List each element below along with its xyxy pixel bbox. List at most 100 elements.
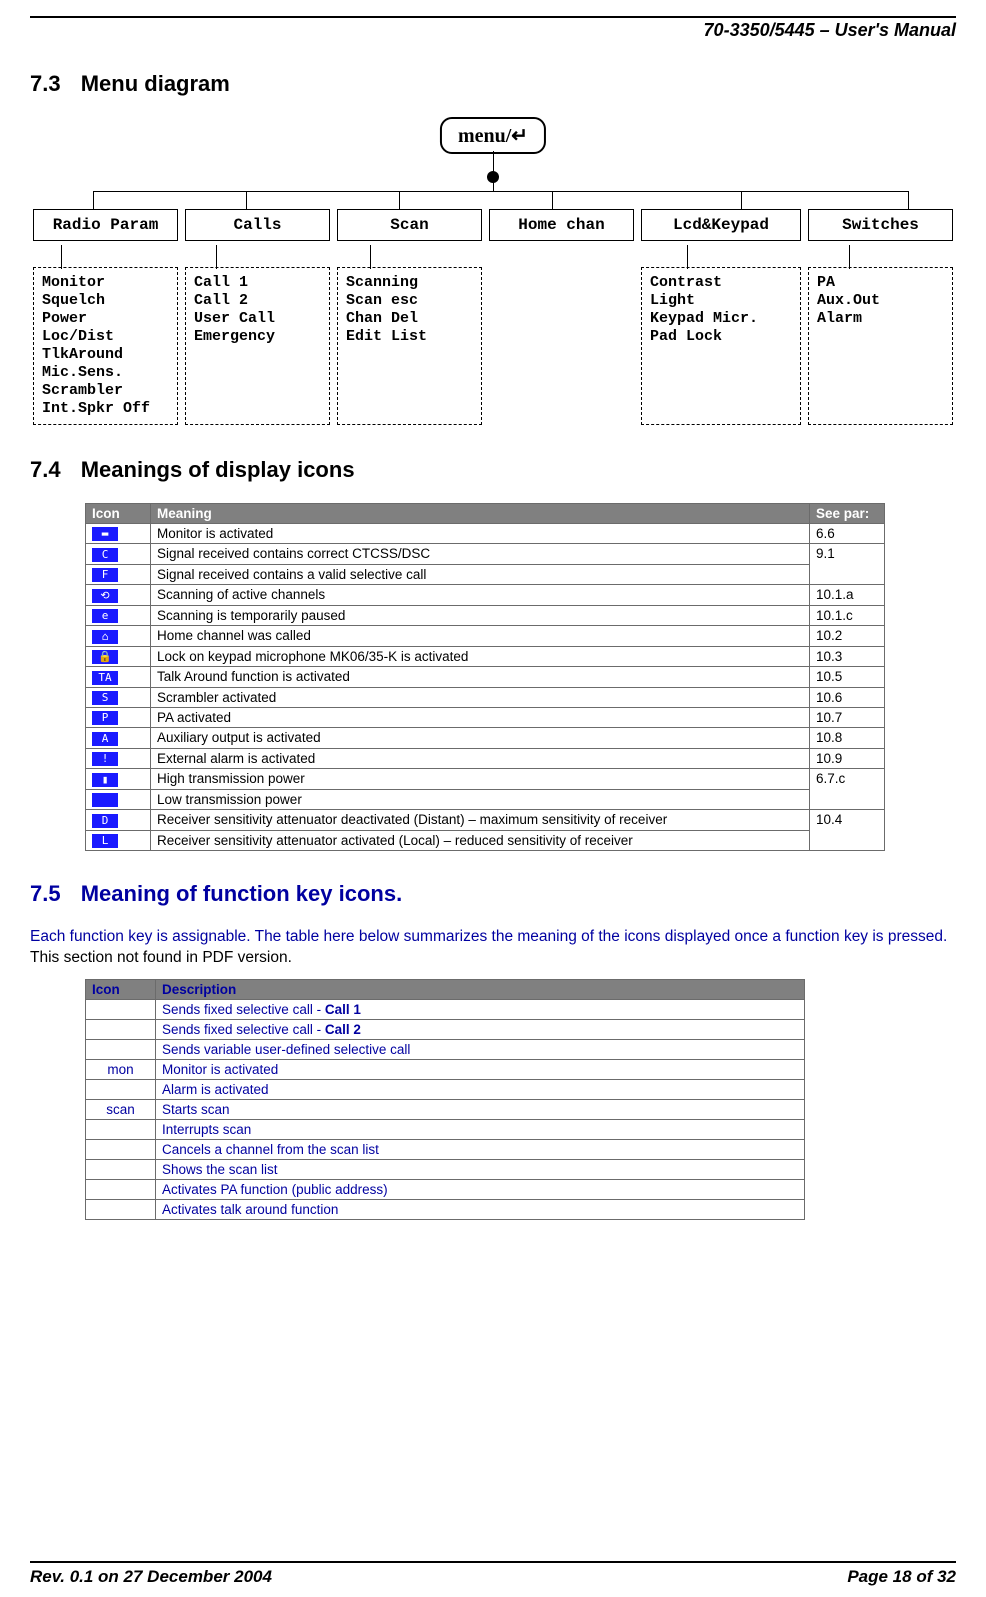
icon-cell: ▮ xyxy=(86,769,151,789)
section-7-3-heading: 7.3 Menu diagram xyxy=(30,71,956,97)
icon-cell: TA xyxy=(86,667,151,687)
section-7-5-heading: 7.5 Meaning of function key icons. xyxy=(30,881,956,907)
table-row: D Receiver sensitivity attenuator deactiv… xyxy=(86,810,885,830)
display-icon: ▮ xyxy=(92,773,118,787)
section-title: Meanings of display icons xyxy=(81,457,355,482)
connector-line xyxy=(849,245,850,269)
display-icon: ⌂ xyxy=(92,630,118,644)
see-par-cell: 10.9 xyxy=(810,748,885,768)
display-icon: D xyxy=(92,814,118,828)
table-row: TATalk Around function is activated10.5 xyxy=(86,667,885,687)
para-lead: Each function key is assignable. The tab… xyxy=(30,928,947,945)
table-row: Sends variable user-defined selective ca… xyxy=(86,1039,805,1059)
icon-cell xyxy=(86,1179,156,1199)
menu-cat-lcd-keypad: Lcd&Keypad xyxy=(641,209,801,241)
display-icon xyxy=(92,793,118,807)
connector-bar xyxy=(93,191,908,192)
table-row: Sends fixed selective call - Call 2 xyxy=(86,1019,805,1039)
footer-revision: Rev. 0.1 on 27 December 2004 xyxy=(30,1567,272,1587)
description-cell: Activates talk around function xyxy=(156,1199,805,1219)
table-row: ⌂ Home channel was called10.2 xyxy=(86,626,885,646)
icon-cell xyxy=(86,1119,156,1139)
display-icon: C xyxy=(92,548,118,562)
icon-cell: mon xyxy=(86,1059,156,1079)
submenu-lcd-keypad: Contrast Light Keypad Micr. Pad Lock xyxy=(641,267,801,425)
section-title: Meaning of function key icons. xyxy=(81,881,402,906)
connector-line xyxy=(93,191,94,209)
meaning-cell: Auxiliary output is activated xyxy=(151,728,810,748)
menu-cat-radio-param: Radio Param xyxy=(33,209,178,241)
para-note: This section not found in PDF version. xyxy=(30,949,292,966)
connector-line xyxy=(246,191,247,209)
submenu-radio-param: Monitor Squelch Power Loc/Dist TlkAround… xyxy=(33,267,178,425)
icon-cell: ⟲ xyxy=(86,585,151,605)
menu-cat-scan: Scan xyxy=(337,209,482,241)
submenu-home-spacer xyxy=(489,267,634,425)
table-row: 🔒 Lock on keypad microphone MK06/35-K is … xyxy=(86,646,885,666)
connector-line xyxy=(908,191,909,209)
col-description: Description xyxy=(156,979,805,999)
table-row: FSignal received contains a valid select… xyxy=(86,564,885,584)
meaning-cell: Monitor is activated xyxy=(151,524,810,544)
table-row: scanStarts scan xyxy=(86,1099,805,1119)
see-par-cell: 10.7 xyxy=(810,707,885,727)
section-7-5-paragraph: Each function key is assignable. The tab… xyxy=(30,927,956,969)
see-par-cell: 9.1 xyxy=(810,544,885,585)
icon-cell: A xyxy=(86,728,151,748)
table-row: AAuxiliary output is activated10.8 xyxy=(86,728,885,748)
submenu-switches: PA Aux.Out Alarm xyxy=(808,267,953,425)
see-par-cell: 10.1.c xyxy=(810,605,885,625)
description-cell: Sends variable user-defined selective ca… xyxy=(156,1039,805,1059)
see-par-cell: 10.8 xyxy=(810,728,885,748)
description-cell: Starts scan xyxy=(156,1099,805,1119)
icon-cell: D xyxy=(86,810,151,830)
connector-line xyxy=(399,191,400,209)
table-row: PPA activated10.7 xyxy=(86,707,885,727)
table-row: Activates talk around function xyxy=(86,1199,805,1219)
function-key-icons-table: Icon Description Sends fixed selective c… xyxy=(85,979,805,1220)
icon-cell: ! xyxy=(86,748,151,768)
display-icon: L xyxy=(92,834,118,848)
menu-diagram: menu/↵ Radio Param Calls Scan Home chan … xyxy=(33,117,953,427)
display-icon: ! xyxy=(92,752,118,766)
connector-line xyxy=(741,191,742,209)
meaning-cell: Receiver sensitivity attenuator deactiva… xyxy=(151,810,810,830)
see-par-cell: 10.6 xyxy=(810,687,885,707)
see-par-cell: 10.3 xyxy=(810,646,885,666)
submenu-calls: Call 1 Call 2 User Call Emergency xyxy=(185,267,330,425)
menu-cat-home-chan: Home chan xyxy=(489,209,634,241)
meaning-cell: Home channel was called xyxy=(151,626,810,646)
section-number: 7.3 xyxy=(30,71,61,96)
section-7-4-heading: 7.4 Meanings of display icons xyxy=(30,457,956,483)
section-number: 7.4 xyxy=(30,457,61,482)
display-icon: 🔒 xyxy=(92,650,118,664)
meaning-cell: Signal received contains correct CTCSS/D… xyxy=(151,544,810,564)
icon-cell: L xyxy=(86,830,151,850)
meaning-cell: Lock on keypad microphone MK06/35-K is a… xyxy=(151,646,810,666)
connector-line xyxy=(687,245,688,269)
meaning-cell: Scanning of active channels xyxy=(151,585,810,605)
meaning-cell: PA activated xyxy=(151,707,810,727)
meaning-cell: Signal received contains a valid selecti… xyxy=(151,564,810,584)
col-meaning: Meaning xyxy=(151,504,810,524)
table-row: monMonitor is activated xyxy=(86,1059,805,1079)
connector-line xyxy=(216,245,217,269)
description-cell: Cancels a channel from the scan list xyxy=(156,1139,805,1159)
see-par-cell: 10.2 xyxy=(810,626,885,646)
display-icon: TA xyxy=(92,671,118,685)
icon-cell: F xyxy=(86,564,151,584)
table-row: Interrupts scan xyxy=(86,1119,805,1139)
table-row: ⟲Scanning of active channels10.1.a xyxy=(86,585,885,605)
footer-page: Page 18 of 32 xyxy=(847,1567,956,1587)
table-row: C Signal received contains correct CTCSS/… xyxy=(86,544,885,564)
icon-cell: P xyxy=(86,707,151,727)
menu-cat-switches: Switches xyxy=(808,209,953,241)
menu-root-box: menu/↵ xyxy=(440,117,546,154)
connector-line xyxy=(370,245,371,269)
icon-cell: ▬ xyxy=(86,524,151,544)
page-header: 70-3350/5445 – User's Manual xyxy=(30,20,956,41)
description-cell: Alarm is activated xyxy=(156,1079,805,1099)
meaning-cell: Scrambler activated xyxy=(151,687,810,707)
icon-cell: 🔒 xyxy=(86,646,151,666)
icon-cell xyxy=(86,1019,156,1039)
